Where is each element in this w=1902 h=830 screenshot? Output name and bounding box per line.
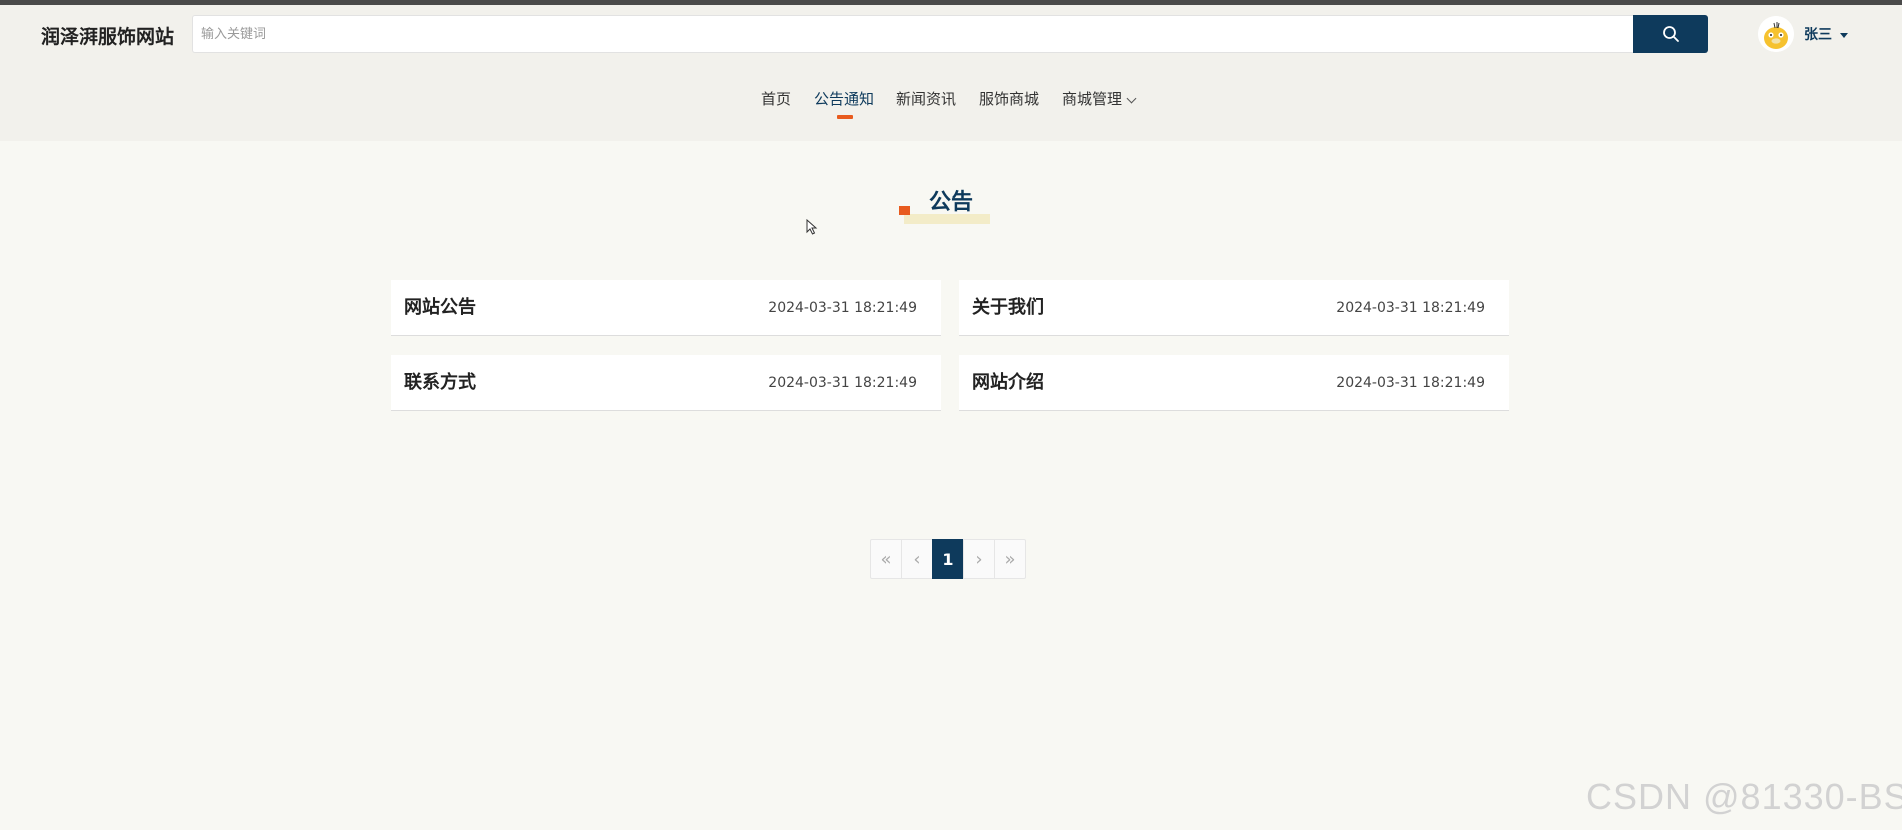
caret-down-icon[interactable]: [1840, 33, 1848, 38]
nav-home[interactable]: 首页: [761, 85, 791, 113]
notice-card[interactable]: 网站公告 2024-03-31 18:21:49: [391, 280, 941, 336]
notice-card[interactable]: 网站介绍 2024-03-31 18:21:49: [959, 355, 1509, 411]
search-icon: [1662, 26, 1679, 42]
notice-title[interactable]: 关于我们: [972, 280, 1044, 336]
search-button[interactable]: [1633, 15, 1708, 53]
notice-date: 2024-03-31 18:21:49: [1336, 375, 1485, 391]
pagination: « ‹ 1 › »: [870, 539, 1026, 579]
nav-shop-admin[interactable]: 商城管理: [1062, 85, 1137, 113]
nav-notices[interactable]: 公告通知: [814, 85, 874, 113]
page-last-button[interactable]: »: [994, 539, 1026, 579]
notice-date: 2024-03-31 18:21:49: [768, 300, 917, 316]
page-prev-button[interactable]: ‹: [901, 539, 933, 579]
user-name[interactable]: 张三: [1804, 26, 1832, 44]
duck-avatar-icon: [1758, 16, 1794, 52]
page-next-button[interactable]: ›: [963, 539, 995, 579]
notice-card[interactable]: 联系方式 2024-03-31 18:21:49: [391, 355, 941, 411]
page-title: 公告: [929, 190, 974, 215]
mouse-pointer-icon: [806, 219, 818, 235]
page-first-button[interactable]: «: [870, 539, 902, 579]
site-header: 润泽湃服饰网站 张三: [0, 5, 1902, 141]
nav-shop[interactable]: 服饰商城: [979, 85, 1039, 113]
main-nav: 首页 公告通知 新闻资讯 服饰商城 商城管理: [0, 85, 1902, 115]
user-avatar[interactable]: [1758, 16, 1794, 52]
chevron-down-icon: [1126, 93, 1137, 104]
title-marker: [899, 206, 910, 215]
notice-title[interactable]: 网站公告: [404, 280, 476, 336]
nav-news[interactable]: 新闻资讯: [896, 85, 956, 113]
site-logo[interactable]: 润泽湃服饰网站: [41, 22, 174, 52]
nav-active-indicator: [837, 115, 853, 119]
section-heading: 公告: [896, 186, 1016, 226]
watermark: CSDN @81330-BS: [1586, 776, 1902, 817]
search-input[interactable]: [192, 15, 1634, 53]
nav-shop-admin-label: 商城管理: [1062, 90, 1123, 108]
notice-title[interactable]: 网站介绍: [972, 355, 1044, 411]
notice-card[interactable]: 关于我们 2024-03-31 18:21:49: [959, 280, 1509, 336]
page-current-button[interactable]: 1: [932, 539, 964, 579]
notice-date: 2024-03-31 18:21:49: [768, 375, 917, 391]
notice-title[interactable]: 联系方式: [404, 355, 476, 411]
notice-date: 2024-03-31 18:21:49: [1336, 300, 1485, 316]
